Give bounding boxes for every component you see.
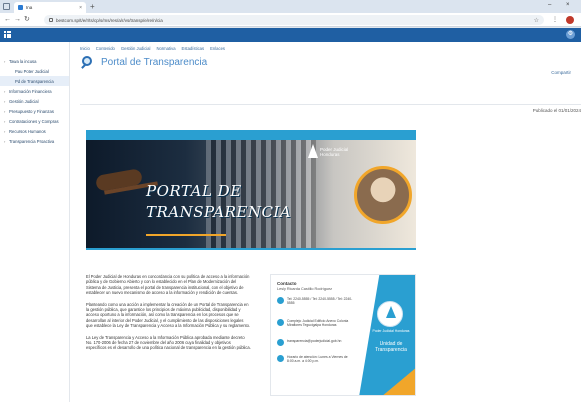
extensions-icon[interactable]: ⋮ [552, 16, 558, 23]
sidebar-item[interactable]: › Recursos Humanos [0, 126, 69, 136]
left-navigation: › Tawa la incusa Pau Poter Judicial Pd de T… [0, 42, 70, 402]
address-bar[interactable]: bestcom.sp/t/e/r/ts/cp/s/ms/res/a/r/vs/t… [44, 15, 544, 25]
sidebar-item-label: Presupuesto y Finanzas [9, 108, 54, 114]
banner-title-line1: PORTAL DE [146, 182, 242, 200]
intro-text: El Poder Judicial de Honduras en concord… [86, 274, 251, 357]
sidebar-item-label: Pau Poter Judicial [15, 68, 49, 74]
hours-row: Horario de atención: Lunes a Viernes de … [277, 355, 355, 363]
sidebar-item[interactable]: › Tawa la incusa [0, 56, 69, 66]
contact-card: Contacto Lesly Ricarda Castillo Rodrígue… [270, 274, 416, 396]
close-tab-icon[interactable]: × [79, 5, 82, 11]
justice-statue-image [354, 166, 412, 224]
magnifier-logo-icon [80, 54, 96, 70]
hours-text: Horario de atención: Lunes a Viernes de … [287, 355, 348, 364]
top-navigation: Inicio Contenido Gestión Judicial Normativa… [80, 46, 225, 51]
sidebar-item-label: Pd de Transparencia [15, 78, 54, 84]
brand-text: Poder Judicial Honduras [320, 147, 349, 157]
sidebar-item-label: Tawa la incusa [9, 58, 37, 64]
hero-banner: PORTAL DE TRANSPARENCIA Poder Judicial H… [86, 130, 416, 250]
sidebar-item-label: Transparencia Proactiva [9, 138, 55, 144]
sidebar-item-label: Contrataciones y Compras [9, 118, 59, 124]
sidebar-item[interactable]: Pd de Transparencia [0, 76, 69, 86]
app-launcher-icon[interactable] [4, 31, 11, 38]
email-row[interactable]: transparencia@poderjudicial.gob.hn [277, 339, 355, 346]
header-divider [80, 104, 581, 105]
judicial-logo: Poder Judicial Honduras [308, 142, 360, 168]
share-button[interactable]: Compartir [551, 70, 571, 75]
top-nav-link[interactable]: Gestión Judicial [121, 46, 151, 51]
close-window-button[interactable]: × [566, 2, 570, 8]
page-title: Portal de Transparencia [101, 56, 208, 68]
tab-title: Ina [26, 5, 33, 10]
favicon-icon [18, 5, 23, 10]
sidebar-item[interactable]: › Presupuesto y Finanzas [0, 106, 69, 116]
main-content: Inicio Contenido Gestión Judicial Normativa… [70, 42, 581, 402]
email-icon [277, 339, 284, 346]
new-tab-button[interactable]: + [90, 2, 95, 11]
top-nav-link[interactable]: Estadísticas [182, 46, 205, 51]
contact-name: Lesly Ricarda Castillo Rodríguez [277, 287, 333, 291]
banner-underline [146, 234, 226, 236]
sidebar-item[interactable]: Pau Poter Judicial [0, 66, 69, 76]
browser-tab[interactable]: Ina × [14, 2, 86, 13]
bookmark-star-icon[interactable]: ☆ [534, 17, 539, 24]
phone-row: Tel: 2240-5555 / Tel: 2240-5555 / Tel: 2… [277, 297, 355, 305]
site-info-icon[interactable] [49, 18, 53, 22]
body-paragraph: Planteando como una acción a implementar… [86, 301, 251, 329]
sidebar-item[interactable]: › Gestión Judicial [0, 96, 69, 106]
back-icon[interactable]: ← [4, 16, 11, 24]
top-nav-link[interactable]: Normativa [156, 46, 175, 51]
profile-avatar[interactable] [566, 16, 574, 24]
sidebar-item[interactable]: › Información Financiera [0, 86, 69, 96]
phone-icon [277, 297, 284, 304]
top-nav-link[interactable]: Enlaces [210, 46, 225, 51]
page-header: Portal de Transparencia [80, 54, 207, 70]
unit-emblem-icon [377, 301, 403, 327]
location-icon [277, 319, 284, 326]
emblem-text: Poder Judicial Honduras [372, 329, 410, 333]
sharepoint-header: ⚙ [0, 28, 581, 42]
address-text: Complejo Judicial Edificio Anexo Colonia… [287, 319, 349, 328]
sidebar-item-label: Información Financiera [9, 88, 52, 94]
browser-tab-strip: Ina × + – × [0, 0, 581, 13]
contact-label: Contacto [277, 281, 297, 286]
sidebar-item[interactable]: › Transparencia Proactiva [0, 136, 69, 146]
sidebar-item[interactable]: › Contrataciones y Compras [0, 116, 69, 126]
email-text[interactable]: transparencia@poderjudicial.gob.hn [287, 339, 341, 343]
minimize-button[interactable]: – [548, 2, 551, 8]
forward-icon[interactable]: → [14, 16, 21, 24]
unit-title: Unidad de Transparencia [375, 341, 407, 353]
browser-toolbar: ← → ↻ bestcom.sp/t/e/r/ts/cp/s/ms/res/a/… [0, 13, 581, 27]
top-nav-link[interactable]: Contenido [96, 46, 115, 51]
tab-actions-icon[interactable] [3, 3, 10, 10]
phone-text: Tel: 2240-5555 / Tel: 2240-5555 / Tel: 2… [287, 297, 353, 306]
settings-icon[interactable]: ⚙ [566, 30, 575, 39]
body-paragraph: El Poder Judicial de Honduras en concord… [86, 274, 250, 296]
body-paragraph: La Ley de Transparencia y Acceso a la In… [86, 334, 251, 351]
sidebar-item-label: Gestión Judicial [9, 98, 39, 104]
clock-icon [277, 355, 284, 362]
banner-title-line2: TRANSPARENCIA [146, 203, 292, 221]
sidebar-item-label: Recursos Humanos [9, 128, 46, 134]
url-text: bestcom.sp/t/e/r/ts/cp/s/ms/res/a/r/vs/t… [56, 17, 163, 23]
top-nav-link[interactable]: Inicio [80, 46, 90, 51]
reload-icon[interactable]: ↻ [24, 16, 30, 24]
published-date: Publicado el 01/01/2024 [532, 108, 581, 113]
address-row: Complejo Judicial Edificio Anexo Colonia… [277, 319, 355, 327]
